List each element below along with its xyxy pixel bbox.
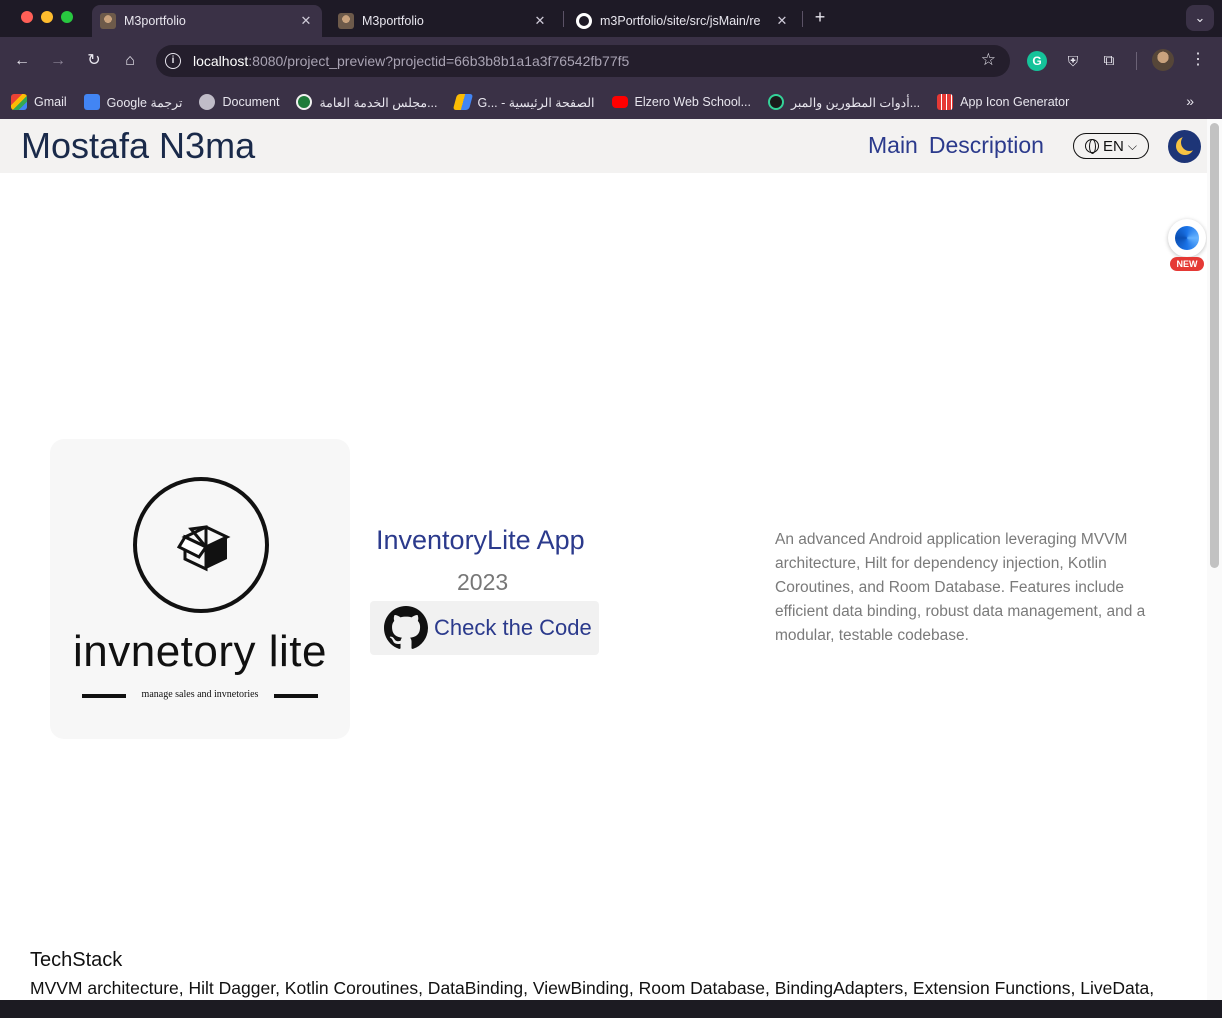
language-selector[interactable]: EN ⌵ (1073, 133, 1149, 159)
techstack-list: MVVM architecture, Hilt Dagger, Kotlin C… (30, 978, 1155, 998)
document-icon (199, 94, 216, 110)
nav-main[interactable]: Main (868, 132, 918, 159)
tab-separator (563, 11, 564, 27)
logo-tagline: manage sales and invnetories (141, 689, 259, 700)
open-box-icon (177, 525, 231, 572)
check-code-button[interactable]: Check the Code (370, 601, 599, 655)
bookmark-gmail[interactable]: Gmail (11, 94, 67, 110)
gmail-icon (11, 94, 27, 110)
tab-title: M3portfolio (124, 14, 186, 28)
toolbar-divider (1136, 52, 1137, 70)
main-nav: Main Description (868, 132, 1044, 159)
close-window-button[interactable] (21, 11, 33, 23)
forward-button[interactable]: → (47, 50, 69, 72)
browser-tab-3[interactable]: m3Portfolio/site/src/jsMain/re ✕ (568, 5, 798, 37)
bookmark-label: Elzero Web School... (634, 95, 752, 109)
app-icon-generator-icon (937, 94, 954, 110)
tab-bar: M3portfolio ✕ M3portfolio ✕ m3Portfolio/… (0, 0, 1222, 37)
project-logo-card: invnetory lite manage sales and invnetor… (50, 439, 350, 739)
gov-icon (296, 94, 313, 110)
github-icon (384, 606, 428, 649)
browser-tab-1[interactable]: M3portfolio ✕ (92, 5, 322, 37)
window-bottom-edge (0, 1000, 1222, 1018)
chevron-down-icon: ⌵ (1127, 138, 1137, 153)
bookmark-public-service[interactable]: مجلس الخدمة العامة... (296, 94, 438, 110)
site-info-icon[interactable]: i (165, 53, 181, 69)
page-scrollbar[interactable] (1207, 119, 1222, 1000)
floating-assistant-button[interactable]: NEW (1166, 219, 1208, 271)
bookmark-label: Document (222, 95, 280, 109)
address-bar[interactable]: i localhost:8080/project_preview?project… (156, 45, 1010, 77)
close-tab-icon[interactable]: ✕ (774, 13, 790, 29)
zoom-window-button[interactable] (61, 11, 73, 23)
extensions-puzzle-icon[interactable]: ⧉ (1099, 51, 1119, 71)
project-title: InventoryLite App (376, 525, 585, 555)
url-text[interactable]: localhost:8080/project_preview?projectid… (193, 53, 629, 69)
url-host: localhost (193, 53, 249, 69)
bookmark-google-translate[interactable]: Google ترجمة (83, 94, 183, 110)
shield-extension-icon[interactable]: ⛨ (1063, 51, 1083, 71)
bookmark-dev-tools[interactable]: أدوات المطورين والمبر... (768, 94, 920, 110)
browser-menu-icon[interactable]: ⋮ (1190, 49, 1206, 69)
bookmark-star-icon[interactable]: ☆ (981, 50, 996, 70)
url-path: :8080/project_preview?projectid=66b3b8b1… (248, 53, 630, 69)
tab-search-button[interactable]: ⌄ (1186, 5, 1214, 31)
page-viewport: Mostafa N3ma Main Description EN ⌵ NEW i… (0, 119, 1222, 1000)
globe-icon (1085, 139, 1100, 154)
google-translate-icon (83, 94, 100, 110)
bookmark-label: Google ترجمة (106, 95, 183, 110)
reload-button[interactable]: ↻ (83, 50, 105, 72)
tab-title: M3portfolio (362, 14, 424, 28)
bookmarks-bar: Gmail Google ترجمة Document مجلس الخدمة … (0, 85, 1222, 119)
tab-separator (802, 11, 803, 27)
new-badge: NEW (1170, 257, 1204, 271)
back-button[interactable]: ← (11, 50, 33, 72)
browser-toolbar: ← → ↻ ⌂ i localhost:8080/project_preview… (0, 37, 1222, 85)
bookmark-elzero[interactable]: Elzero Web School... (611, 95, 752, 109)
bookmark-app-icon-generator[interactable]: App Icon Generator (937, 94, 1069, 110)
profile-avatar[interactable] (1152, 49, 1174, 71)
profile-favicon-icon (338, 13, 354, 29)
techstack-heading: TechStack (30, 949, 123, 971)
dev-tools-icon (768, 94, 784, 110)
home-button[interactable]: ⌂ (119, 50, 141, 72)
logo-circle (133, 477, 269, 613)
site-title[interactable]: Mostafa N3ma (21, 125, 255, 167)
assistant-orb-icon (1168, 219, 1206, 257)
project-description: An advanced Android application leveragi… (775, 531, 1146, 644)
profile-favicon-icon (100, 13, 116, 29)
check-code-label: Check the Code (434, 615, 592, 640)
youtube-icon (611, 96, 628, 108)
minimize-window-button[interactable] (41, 11, 53, 23)
scrollbar-thumb[interactable] (1210, 123, 1219, 568)
bookmark-label: مجلس الخدمة العامة... (319, 95, 438, 110)
github-favicon-icon (576, 13, 592, 29)
more-bookmarks-icon[interactable]: » (1186, 93, 1194, 109)
project-year: 2023 (457, 569, 509, 595)
new-tab-button[interactable]: + (810, 7, 830, 28)
dark-mode-toggle[interactable] (1168, 130, 1201, 163)
logo-wordmark: invnetory lite (72, 627, 327, 676)
site-header: Mostafa N3ma Main Description EN ⌵ (0, 119, 1207, 173)
language-label: EN (1103, 137, 1124, 155)
bookmark-label: أدوات المطورين والمبر... (791, 95, 921, 110)
bookmark-document[interactable]: Document (199, 94, 279, 110)
grammarly-extension-icon[interactable]: G (1027, 51, 1047, 71)
bookmark-label: Gmail (34, 95, 67, 109)
bookmark-label: App Icon Generator (960, 95, 1070, 109)
tab-title: m3Portfolio/site/src/jsMain/re (600, 14, 761, 28)
close-tab-icon[interactable]: ✕ (298, 13, 314, 29)
google-ads-icon (452, 94, 473, 110)
browser-tab-2[interactable]: M3portfolio ✕ (330, 5, 556, 37)
bookmark-google-ads[interactable]: G... - الصفحة الرئيسية (452, 94, 595, 110)
bookmark-label: G... - الصفحة الرئيسية (477, 95, 595, 110)
close-tab-icon[interactable]: ✕ (532, 13, 548, 29)
nav-description[interactable]: Description (929, 132, 1044, 159)
